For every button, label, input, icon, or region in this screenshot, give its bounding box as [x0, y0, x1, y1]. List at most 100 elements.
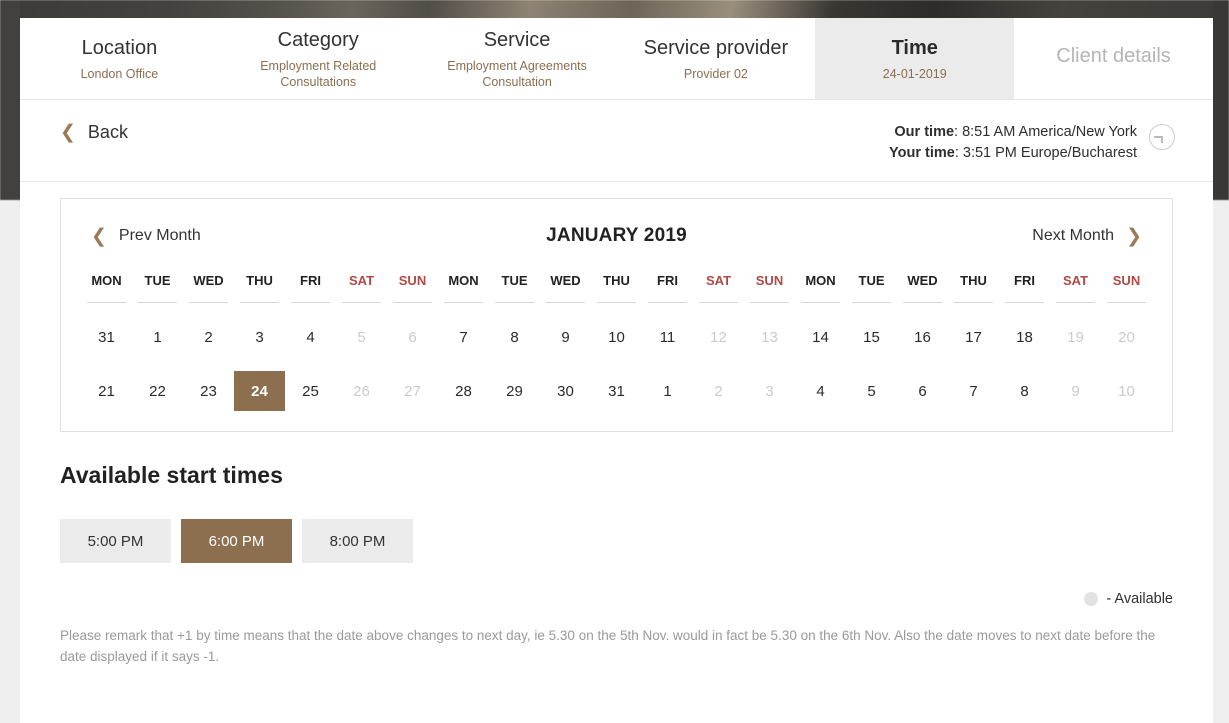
calendar-day[interactable]: 16 [897, 317, 948, 357]
calendar-navigation: ❮ Prev Month JANUARY 2019 Next Month ❯ [61, 221, 1172, 247]
calendar-day[interactable]: 9 [540, 317, 591, 357]
calendar-day[interactable]: 8 [999, 371, 1050, 411]
calendar-day[interactable]: 1 [642, 371, 693, 411]
footnote-text: Please remark that +1 by time means that… [60, 628, 1156, 664]
calendar-day[interactable]: 11 [642, 317, 693, 357]
step-service-provider[interactable]: Service provider Provider 02 [616, 18, 815, 99]
calendar-day[interactable]: 6 [897, 371, 948, 411]
time-slot[interactable]: 8:00 PM [302, 519, 413, 563]
step-client-details: Client details [1014, 18, 1213, 99]
next-month-button[interactable]: Next Month ❯ [1032, 227, 1142, 246]
chevron-right-icon: ❯ [1126, 225, 1142, 247]
calendar-day[interactable]: 8 [489, 317, 540, 357]
calendar-day: 27 [404, 382, 421, 400]
chevron-left-icon: ❮ [60, 122, 76, 143]
weekday-header: FRI [291, 273, 330, 303]
next-month-label: Next Month [1032, 227, 1115, 244]
calendar-day: 10 [1118, 382, 1135, 400]
navigation-and-timezone-bar: ❮ Back Our time: 8:51 AM America/New Yor… [20, 100, 1213, 182]
step-service[interactable]: Service Employment Agreements Consultatio… [418, 18, 617, 99]
step-subtitle: Employment Agreements Consultation [447, 58, 587, 89]
legend-label: - Available [1106, 591, 1173, 607]
weekday-header: THU [597, 273, 636, 303]
calendar-day[interactable]: 23 [183, 371, 234, 411]
calendar-day[interactable]: 15 [846, 317, 897, 357]
calendar-day[interactable]: 30 [540, 371, 591, 411]
calendar-day: 2 [714, 382, 723, 400]
calendar-day[interactable]: 31 [591, 371, 642, 411]
calendar-day: 26 [353, 382, 370, 400]
step-time[interactable]: Time 24-01-2019 [815, 18, 1015, 99]
weekday-header: SAT [1056, 273, 1095, 303]
calendar-panel: ❮ Prev Month JANUARY 2019 Next Month ❯ M… [60, 198, 1173, 432]
calendar-day[interactable]: 4 [285, 317, 336, 357]
backdrop-left-edge [0, 0, 20, 200]
weekday-header: SAT [342, 273, 381, 303]
calendar-day[interactable]: 29 [489, 371, 540, 411]
step-title: Service [483, 28, 551, 51]
step-title: Service provider [643, 36, 789, 59]
calendar-grid: MON TUE WED THU FRI SAT SUN MON TUE WED THU FRI SAT S… [61, 273, 1172, 411]
calendar-day[interactable]: 2 [183, 317, 234, 357]
prev-month-label: Prev Month [118, 227, 201, 244]
our-time-line: Our time: 8:51 AM America/New York [894, 124, 1137, 140]
weekday-header: THU [954, 273, 993, 303]
booking-widget-card: Location London Office Category Employment … [20, 18, 1213, 723]
time-slot-selected[interactable]: 6:00 PM [181, 519, 292, 563]
calendar-day-selected[interactable]: 24 [234, 371, 285, 411]
calendar-day[interactable]: 28 [438, 371, 489, 411]
calendar-day[interactable]: 18 [999, 317, 1050, 357]
step-subtitle: London Office [80, 66, 159, 81]
weekday-header: MON [87, 273, 126, 303]
available-circle-swatch [1084, 592, 1099, 606]
prev-month-button[interactable]: ❮ Prev Month [91, 227, 201, 246]
back-button-label: Back [87, 122, 128, 142]
our-time-value: 8:51 AM America/New York [962, 124, 1137, 140]
calendar-day[interactable]: 17 [948, 317, 999, 357]
calendar-day: 6 [408, 328, 417, 346]
calendar-day[interactable]: 14 [795, 317, 846, 357]
step-title: Location [81, 36, 158, 59]
weekday-header: FRI [1005, 273, 1044, 303]
calendar-day: 12 [710, 328, 727, 346]
step-location[interactable]: Location London Office [20, 18, 219, 99]
calendar-day[interactable]: 25 [285, 371, 336, 411]
step-category[interactable]: Category Employment Related Consultations [219, 18, 418, 99]
calendar-day[interactable]: 5 [846, 371, 897, 411]
weekday-header: TUE [495, 273, 534, 303]
calendar-day[interactable]: 4 [795, 371, 846, 411]
step-title: Client details [1056, 44, 1171, 67]
your-time-label: Your time [889, 145, 955, 161]
calendar-day[interactable]: 7 [438, 317, 489, 357]
calendar-day: 20 [1118, 328, 1135, 346]
calendar-day: 19 [1067, 328, 1084, 346]
weekday-header: MON [444, 273, 483, 303]
calendar-day[interactable]: 31 [81, 317, 132, 357]
calendar-month-title: JANUARY 2019 [546, 225, 687, 246]
calendar-day[interactable]: 10 [591, 317, 642, 357]
calendar-day[interactable]: 7 [948, 371, 999, 411]
weekday-header: WED [903, 273, 942, 303]
back-button[interactable]: ❮ Back [60, 122, 128, 143]
calendar-day[interactable]: 1 [132, 317, 183, 357]
step-subtitle: Employment Related Consultations [260, 58, 377, 89]
weekday-header: WED [546, 273, 585, 303]
calendar-day[interactable]: 21 [81, 371, 132, 411]
weekday-header: MON [801, 273, 840, 303]
calendar-day[interactable]: 3 [234, 317, 285, 357]
availability-legend: - Available [60, 591, 1173, 607]
your-time-line: Your time: 3:51 PM Europe/Bucharest [889, 145, 1137, 161]
clock-icon [1149, 124, 1175, 150]
calendar-day: 3 [765, 382, 774, 400]
step-subtitle: 24-01-2019 [882, 66, 947, 81]
timezone-info: Our time: 8:51 AM America/New York Your … [889, 122, 1175, 164]
weekday-header: WED [189, 273, 228, 303]
calendar-day: 5 [357, 328, 366, 346]
chevron-left-icon: ❮ [91, 225, 107, 247]
time-slot[interactable]: 5:00 PM [60, 519, 171, 563]
booking-steps-header: Location London Office Category Employment … [20, 18, 1213, 100]
weekday-header: SUN [1107, 273, 1146, 303]
calendar-day[interactable]: 22 [132, 371, 183, 411]
calendar-day: 13 [761, 328, 778, 346]
your-time-value: 3:51 PM Europe/Bucharest [962, 145, 1137, 161]
